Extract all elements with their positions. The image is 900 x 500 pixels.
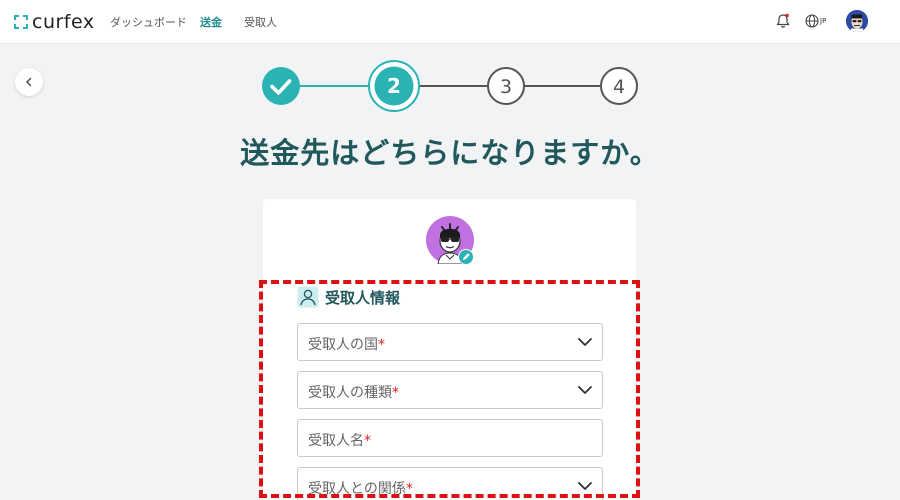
step-2-current: 2 <box>368 60 420 112</box>
highlight-annotation-box <box>259 280 640 498</box>
step-1-completed <box>262 67 300 105</box>
step-4-upcoming: 4 <box>600 67 638 105</box>
step-3-number: 3 <box>500 76 512 98</box>
progress-stepper: 2 3 4 <box>262 60 638 112</box>
step-4-number: 4 <box>613 76 625 98</box>
page-title: 送金先はどちらになりますか。 <box>240 136 660 170</box>
edit-pencil-icon[interactable] <box>458 249 474 265</box>
recipient-avatar[interactable] <box>426 216 474 265</box>
step-3-upcoming: 3 <box>487 67 525 105</box>
step-2-number: 2 <box>387 74 401 98</box>
